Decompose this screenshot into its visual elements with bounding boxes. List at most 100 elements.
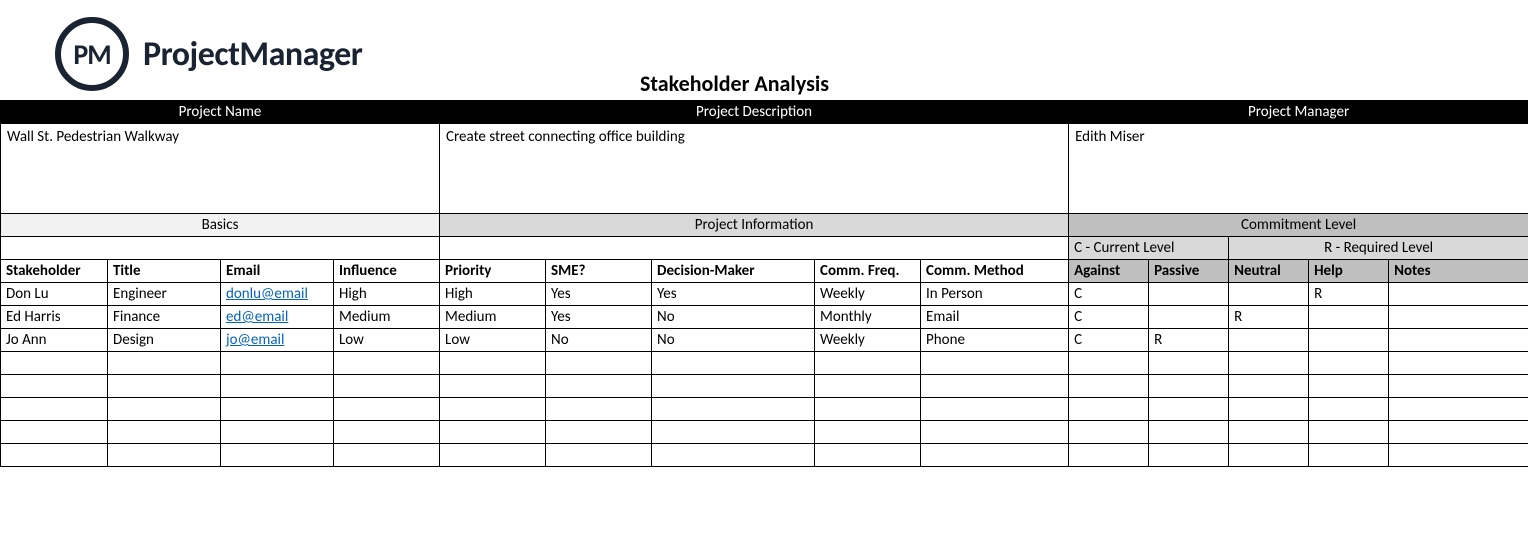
cell-priority[interactable]: High — [440, 283, 546, 306]
email-link[interactable]: ed@email — [226, 308, 288, 326]
cell-sme[interactable]: Yes — [546, 283, 652, 306]
cell-freq[interactable] — [815, 375, 921, 398]
cell-stakeholder[interactable] — [1, 444, 108, 467]
cell-stakeholder[interactable] — [1, 398, 108, 421]
cell-neutral[interactable] — [1229, 444, 1309, 467]
cell-priority[interactable] — [440, 352, 546, 375]
cell-decision[interactable] — [652, 352, 815, 375]
cell-title[interactable] — [108, 352, 221, 375]
cell-against[interactable] — [1069, 352, 1149, 375]
cell-notes[interactable] — [1389, 444, 1528, 467]
cell-notes[interactable] — [1389, 329, 1528, 352]
cell-sme[interactable]: Yes — [546, 306, 652, 329]
cell-priority[interactable]: Medium — [440, 306, 546, 329]
cell-decision[interactable]: No — [652, 306, 815, 329]
cell-freq[interactable] — [815, 398, 921, 421]
cell-decision[interactable] — [652, 421, 815, 444]
cell-help[interactable] — [1309, 329, 1389, 352]
cell-decision[interactable] — [652, 375, 815, 398]
cell-freq[interactable] — [815, 421, 921, 444]
cell-help[interactable] — [1309, 352, 1389, 375]
cell-email[interactable] — [221, 352, 334, 375]
cell-influence[interactable] — [334, 444, 440, 467]
cell-notes[interactable] — [1389, 283, 1528, 306]
cell-passive[interactable] — [1149, 398, 1229, 421]
cell-priority[interactable] — [440, 421, 546, 444]
cell-title[interactable] — [108, 398, 221, 421]
cell-decision[interactable] — [652, 444, 815, 467]
cell-email[interactable] — [221, 444, 334, 467]
project-mgr-cell[interactable]: Edith Miser — [1069, 124, 1528, 214]
cell-email[interactable] — [221, 421, 334, 444]
cell-decision[interactable]: No — [652, 329, 815, 352]
cell-help[interactable] — [1309, 306, 1389, 329]
cell-freq[interactable]: Weekly — [815, 283, 921, 306]
cell-sme[interactable] — [546, 352, 652, 375]
cell-freq[interactable] — [815, 352, 921, 375]
cell-freq[interactable]: Monthly — [815, 306, 921, 329]
cell-sme[interactable]: No — [546, 329, 652, 352]
cell-influence[interactable]: Medium — [334, 306, 440, 329]
cell-method[interactable] — [921, 375, 1069, 398]
cell-passive[interactable] — [1149, 283, 1229, 306]
cell-sme[interactable] — [546, 421, 652, 444]
cell-influence[interactable] — [334, 398, 440, 421]
cell-passive[interactable] — [1149, 444, 1229, 467]
cell-title[interactable]: Design — [108, 329, 221, 352]
cell-method[interactable] — [921, 398, 1069, 421]
cell-stakeholder[interactable]: Ed Harris — [1, 306, 108, 329]
cell-notes[interactable] — [1389, 421, 1528, 444]
cell-email[interactable]: ed@email — [221, 306, 334, 329]
cell-passive[interactable] — [1149, 352, 1229, 375]
cell-against[interactable]: C — [1069, 306, 1149, 329]
cell-passive[interactable] — [1149, 306, 1229, 329]
cell-email[interactable] — [221, 375, 334, 398]
cell-decision[interactable] — [652, 398, 815, 421]
email-link[interactable]: donlu@email — [226, 285, 308, 303]
cell-stakeholder[interactable]: Jo Ann — [1, 329, 108, 352]
cell-stakeholder[interactable] — [1, 375, 108, 398]
cell-sme[interactable] — [546, 444, 652, 467]
email-link[interactable]: jo@email — [226, 331, 284, 349]
cell-priority[interactable] — [440, 375, 546, 398]
cell-title[interactable] — [108, 444, 221, 467]
cell-neutral[interactable] — [1229, 398, 1309, 421]
cell-method[interactable] — [921, 444, 1069, 467]
cell-freq[interactable]: Weekly — [815, 329, 921, 352]
cell-neutral[interactable] — [1229, 329, 1309, 352]
cell-method[interactable]: Email — [921, 306, 1069, 329]
cell-against[interactable] — [1069, 444, 1149, 467]
cell-freq[interactable] — [815, 444, 921, 467]
cell-priority[interactable] — [440, 444, 546, 467]
cell-priority[interactable] — [440, 398, 546, 421]
cell-sme[interactable] — [546, 398, 652, 421]
cell-against[interactable] — [1069, 421, 1149, 444]
cell-neutral[interactable] — [1229, 375, 1309, 398]
cell-title[interactable]: Finance — [108, 306, 221, 329]
cell-notes[interactable] — [1389, 375, 1528, 398]
cell-influence[interactable]: Low — [334, 329, 440, 352]
cell-neutral[interactable] — [1229, 352, 1309, 375]
cell-neutral[interactable] — [1229, 421, 1309, 444]
cell-passive[interactable] — [1149, 375, 1229, 398]
cell-passive[interactable] — [1149, 421, 1229, 444]
cell-stakeholder[interactable]: Don Lu — [1, 283, 108, 306]
cell-notes[interactable] — [1389, 352, 1528, 375]
cell-notes[interactable] — [1389, 306, 1528, 329]
cell-influence[interactable]: High — [334, 283, 440, 306]
cell-email[interactable]: jo@email — [221, 329, 334, 352]
cell-help[interactable]: R — [1309, 283, 1389, 306]
project-desc-cell[interactable]: Create street connecting office building — [440, 124, 1069, 214]
cell-neutral[interactable]: R — [1229, 306, 1309, 329]
cell-against[interactable] — [1069, 375, 1149, 398]
cell-email[interactable]: donlu@email — [221, 283, 334, 306]
cell-against[interactable]: C — [1069, 329, 1149, 352]
cell-against[interactable]: C — [1069, 283, 1149, 306]
cell-against[interactable] — [1069, 398, 1149, 421]
cell-method[interactable] — [921, 421, 1069, 444]
cell-neutral[interactable] — [1229, 283, 1309, 306]
cell-email[interactable] — [221, 398, 334, 421]
project-name-cell[interactable]: Wall St. Pedestrian Walkway — [1, 124, 440, 214]
cell-passive[interactable]: R — [1149, 329, 1229, 352]
cell-method[interactable]: In Person — [921, 283, 1069, 306]
